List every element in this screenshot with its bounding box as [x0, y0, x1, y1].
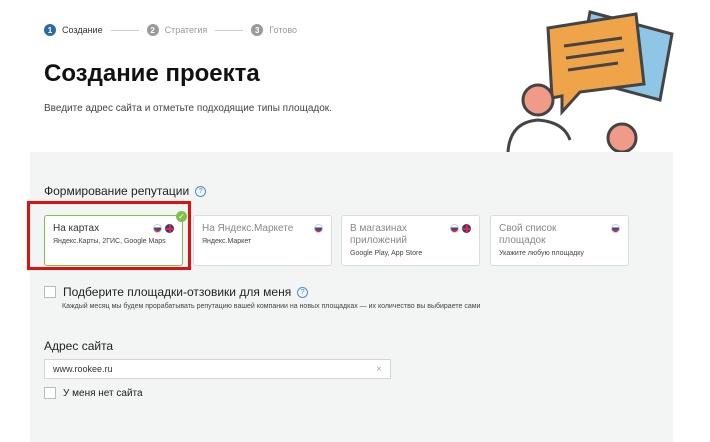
- selection-highlight: [27, 201, 191, 270]
- reviews-illustration: [506, 10, 674, 154]
- card-title: Свой список площадок: [499, 223, 557, 246]
- no-site-label[interactable]: У меня нет сайта: [63, 388, 143, 399]
- card-custom-list[interactable]: Свой список площадок Укажите любую площа…: [490, 215, 629, 266]
- card-yandex-market[interactable]: На Яндекс.Маркете Яндекс.Маркет: [193, 215, 332, 266]
- russia-flag-icon: [450, 224, 459, 233]
- person-right-icon: [606, 122, 638, 154]
- speech-bubble-front-icon: [546, 12, 646, 116]
- card-flags: [311, 224, 323, 233]
- page-title: Создание проекта: [44, 60, 260, 87]
- pick-platforms-checkbox[interactable]: [44, 286, 56, 298]
- step-done: 3 Готово: [251, 24, 297, 36]
- uk-flag-icon: [462, 224, 471, 233]
- step-number: 3: [251, 24, 264, 36]
- clear-icon[interactable]: ×: [376, 364, 382, 375]
- pick-platforms-label[interactable]: Подберите площадки-отзовики для меня: [63, 285, 291, 299]
- step-divider: [110, 29, 139, 31]
- card-title: На Яндекс.Маркете: [202, 223, 294, 234]
- site-address-label: Адрес сайта: [44, 339, 114, 353]
- no-site-row: У меня нет сайта: [44, 387, 143, 399]
- step-label: Стратегия: [164, 25, 208, 35]
- card-flags: [447, 224, 471, 233]
- page-subtitle: Введите адрес сайта и отметьте подходящи…: [44, 103, 332, 114]
- help-icon[interactable]: ?: [195, 185, 207, 197]
- card-subtitle: Google Play, App Store: [350, 250, 423, 257]
- step-label: Готово: [269, 25, 298, 35]
- step-number: 2: [146, 24, 159, 36]
- reputation-section-title: Формирование репутации ?: [44, 184, 207, 198]
- step-strategy: 2 Стратегия: [146, 24, 208, 36]
- card-flags: [608, 224, 620, 233]
- card-app-stores[interactable]: В магазинах приложений Google Play, App …: [341, 215, 480, 266]
- site-address-input[interactable]: www.rookee.ru ×: [44, 359, 391, 379]
- step-number: 1: [44, 24, 56, 36]
- russia-flag-icon: [314, 224, 323, 233]
- card-title: В магазинах приложений: [350, 223, 408, 246]
- reputation-title-text: Формирование репутации: [44, 184, 190, 198]
- step-divider: [215, 29, 244, 31]
- pick-platforms-row: Подберите площадки-отзовики для меня ?: [44, 285, 309, 299]
- help-icon[interactable]: ?: [297, 286, 309, 298]
- step-creation: 1 Создание: [44, 24, 103, 36]
- pick-platforms-note: Каждый месяц мы будем прорабатывать репу…: [62, 303, 481, 310]
- card-subtitle: Яндекс.Маркет: [202, 238, 252, 245]
- card-subtitle: Укажите любую площадку: [499, 250, 584, 257]
- no-site-checkbox[interactable]: [44, 387, 56, 399]
- step-label: Создание: [62, 25, 103, 35]
- stepper: 1 Создание 2 Стратегия 3 Готово: [44, 24, 297, 36]
- site-address-value: www.rookee.ru: [53, 364, 113, 374]
- russia-flag-icon: [611, 224, 620, 233]
